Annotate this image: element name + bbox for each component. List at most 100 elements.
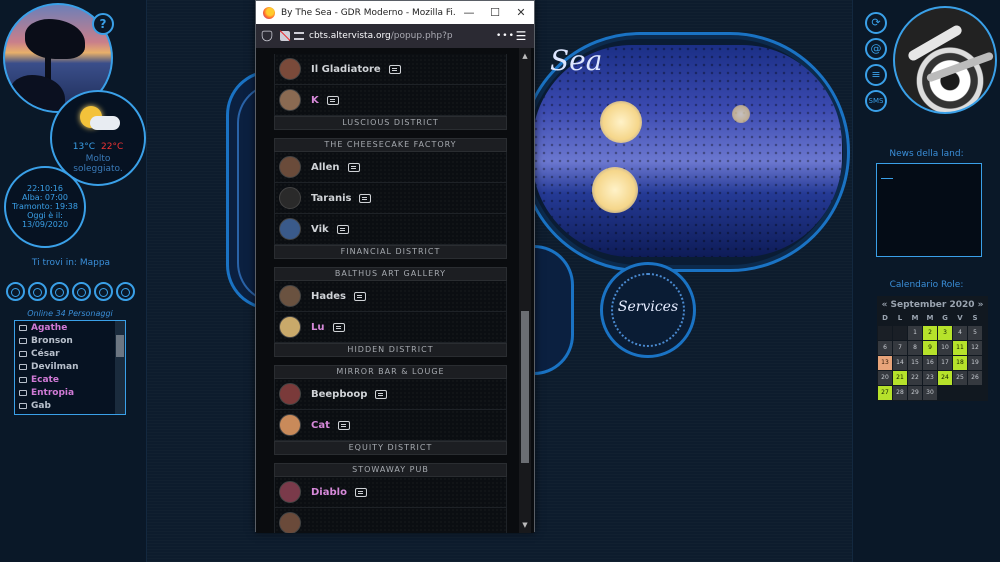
- message-icon[interactable]: [347, 162, 360, 172]
- user-row[interactable]: Cat: [274, 410, 507, 441]
- calendar-day[interactable]: 3: [938, 326, 952, 340]
- online-user-item[interactable]: Gab: [15, 399, 125, 412]
- user-name-link[interactable]: Hades: [311, 291, 346, 302]
- calendar-day[interactable]: 23: [923, 371, 937, 385]
- calendar-day[interactable]: 16: [923, 356, 937, 370]
- popup-scrollbar[interactable]: ▲ ▼: [519, 48, 531, 533]
- user-name-link[interactable]: Allen: [311, 162, 340, 173]
- services-button[interactable]: Services: [600, 262, 696, 358]
- calendar-day[interactable]: 30: [923, 386, 937, 400]
- message-icon[interactable]: [359, 193, 372, 203]
- online-user-item[interactable]: Entropia: [15, 386, 125, 399]
- at-icon[interactable]: @: [865, 38, 887, 60]
- close-button[interactable]: ✕: [508, 6, 534, 19]
- user-row[interactable]: K: [274, 85, 507, 116]
- user-row[interactable]: Hades: [274, 281, 507, 312]
- calendar-day[interactable]: 20: [878, 371, 892, 385]
- calendar-day[interactable]: 12: [968, 341, 982, 355]
- message-icon[interactable]: [354, 291, 367, 301]
- calendar-day[interactable]: 21: [893, 371, 907, 385]
- minimize-button[interactable]: —: [456, 6, 482, 19]
- calendar-day[interactable]: 26: [968, 371, 982, 385]
- message-icon[interactable]: [332, 322, 345, 332]
- message-icon[interactable]: [375, 389, 388, 399]
- message-icon[interactable]: [336, 224, 349, 234]
- calendar-day[interactable]: 8: [908, 341, 922, 355]
- calendar-month-nav[interactable]: « September 2020 »: [877, 296, 988, 314]
- message-icon[interactable]: [326, 95, 339, 105]
- user-row[interactable]: [274, 508, 507, 533]
- mail-icon[interactable]: [94, 282, 113, 301]
- user-row[interactable]: Vik: [274, 214, 507, 245]
- user-name-link[interactable]: K: [311, 95, 319, 106]
- calendar-day[interactable]: 27: [878, 386, 892, 400]
- map-pin-icon[interactable]: [6, 282, 25, 301]
- calendar-day[interactable]: 19: [968, 356, 982, 370]
- calendar-day[interactable]: 2: [923, 326, 937, 340]
- message-icon[interactable]: [337, 420, 350, 430]
- power-icon[interactable]: [116, 282, 135, 301]
- user-row[interactable]: Beepboop: [274, 379, 507, 410]
- list-icon[interactable]: ≡: [865, 64, 887, 86]
- user-row[interactable]: Il Gladiatore: [274, 54, 507, 85]
- popup-scroll-thumb[interactable]: [521, 311, 529, 463]
- calendar-day[interactable]: 24: [938, 371, 952, 385]
- address-bar[interactable]: cbts.altervista.org/popup.php?p ••• ☰: [256, 24, 534, 48]
- group-icon[interactable]: [50, 282, 69, 301]
- help-icon[interactable]: ?: [92, 13, 114, 35]
- nav-icon-row: [6, 282, 135, 301]
- calendar-day[interactable]: 29: [908, 386, 922, 400]
- maximize-button[interactable]: ☐: [482, 6, 508, 19]
- current-location[interactable]: Ti trovi in: Mappa: [0, 258, 142, 268]
- user-name-link[interactable]: Beepboop: [311, 389, 367, 400]
- calendar-day-name: D: [882, 314, 888, 322]
- message-icon[interactable]: [354, 487, 367, 497]
- permissions-icon[interactable]: [294, 32, 304, 40]
- online-user-item[interactable]: Bronson: [15, 334, 125, 347]
- refresh-icon[interactable]: ⟳: [865, 12, 887, 34]
- message-icon[interactable]: [388, 64, 401, 74]
- user-name-link[interactable]: Lu: [311, 322, 325, 333]
- calendar-day[interactable]: 6: [878, 341, 892, 355]
- page-actions-icon[interactable]: •••: [496, 31, 514, 41]
- user-name-link[interactable]: Il Gladiatore: [311, 64, 381, 75]
- calendar-day[interactable]: 1: [908, 326, 922, 340]
- user-row[interactable]: Allen: [274, 152, 507, 183]
- calendar-day[interactable]: 17: [938, 356, 952, 370]
- insecure-lock-icon[interactable]: [280, 31, 290, 41]
- calendar-day[interactable]: 10: [938, 341, 952, 355]
- calendar-day[interactable]: 18: [953, 356, 967, 370]
- calendar-day[interactable]: 4: [953, 326, 967, 340]
- sms-icon[interactable]: SMS: [865, 90, 887, 112]
- people-icon[interactable]: [28, 282, 47, 301]
- user-name-link[interactable]: Vik: [311, 224, 329, 235]
- calendar-day[interactable]: 25: [953, 371, 967, 385]
- calendar-day[interactable]: 28: [893, 386, 907, 400]
- calendar-day[interactable]: 13: [878, 356, 892, 370]
- chat-icon[interactable]: [72, 282, 91, 301]
- calendar-day[interactable]: 14: [893, 356, 907, 370]
- calendar-day[interactable]: 7: [893, 341, 907, 355]
- scroll-up-icon[interactable]: ▲: [521, 52, 529, 60]
- scroll-down-icon[interactable]: ▼: [521, 521, 529, 529]
- online-user-item[interactable]: Devilman: [15, 360, 125, 373]
- calendar-day[interactable]: 22: [908, 371, 922, 385]
- user-row[interactable]: Taranis: [274, 183, 507, 214]
- calendar-day[interactable]: 15: [908, 356, 922, 370]
- online-list-scrollbar[interactable]: [115, 321, 125, 414]
- online-list[interactable]: Agathe Bronson César Devilman Ecate Entropia G…: [14, 320, 126, 415]
- user-name-link[interactable]: Diablo: [311, 487, 347, 498]
- user-name-link[interactable]: Cat: [311, 420, 330, 431]
- user-row[interactable]: Diablo: [274, 477, 507, 508]
- user-row[interactable]: Lu: [274, 312, 507, 343]
- user-name-link[interactable]: Taranis: [311, 193, 351, 204]
- online-user-item[interactable]: Ecate: [15, 373, 125, 386]
- calendar-day[interactable]: 9: [923, 341, 937, 355]
- calendar-day[interactable]: 5: [968, 326, 982, 340]
- tracking-shield-icon[interactable]: [261, 30, 273, 42]
- hamburger-menu-icon[interactable]: ☰: [512, 29, 530, 43]
- url-text[interactable]: cbts.altervista.org/popup.php?p: [309, 31, 496, 41]
- calendar-day[interactable]: 11: [953, 341, 967, 355]
- online-user-item[interactable]: César: [15, 347, 125, 360]
- online-user-item[interactable]: Agathe: [15, 321, 125, 334]
